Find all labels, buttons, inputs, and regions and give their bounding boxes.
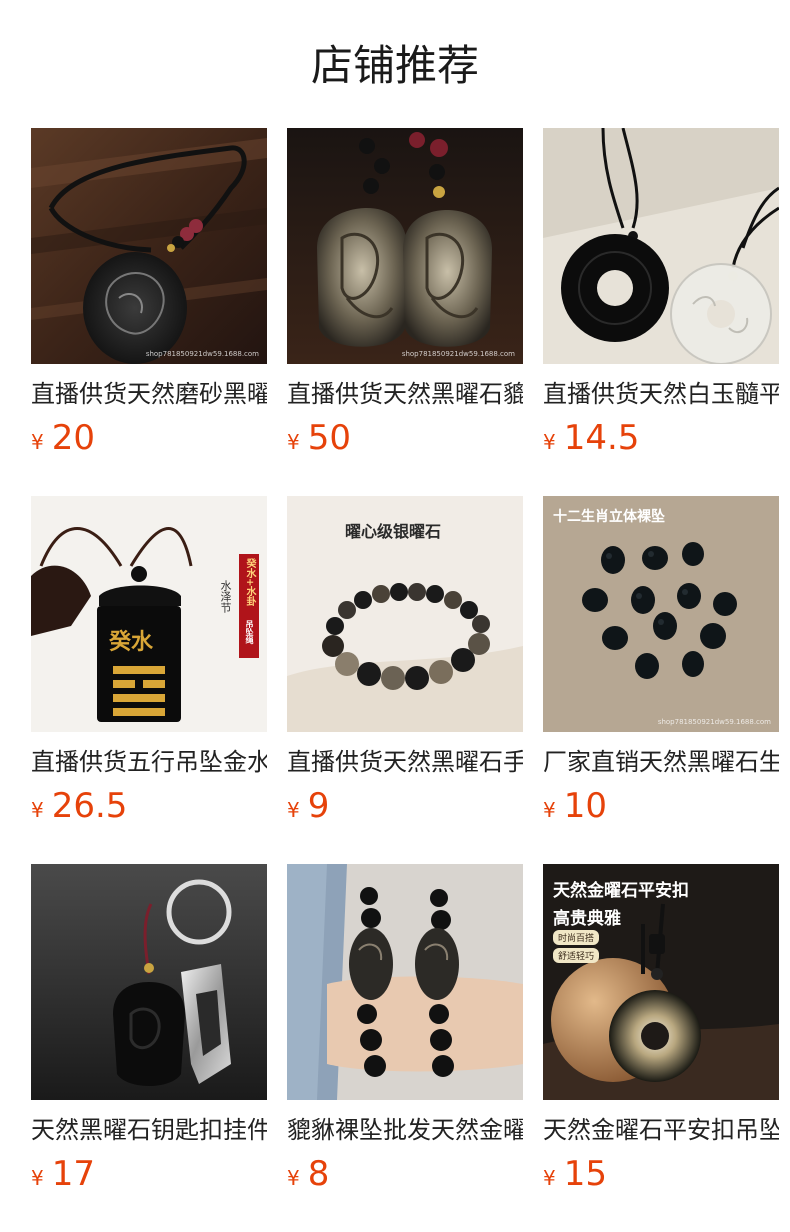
- product-title[interactable]: 直播供货五行吊坠金水: [31, 746, 267, 778]
- product-title[interactable]: 直播供货天然白玉髓平安扣: [543, 378, 779, 410]
- price-amount: 20: [51, 418, 95, 458]
- product-price: ¥50: [287, 416, 523, 460]
- currency-symbol: ¥: [287, 430, 300, 454]
- price-amount: 50: [307, 418, 351, 458]
- page-title: 店铺推荐: [310, 41, 479, 90]
- obsidian-bracelet-image[interactable]: 曜心级银曜石: [287, 496, 523, 732]
- image-caption: 水泽节: [219, 580, 232, 613]
- price-amount: 9: [307, 786, 330, 826]
- zodiac-obsidian-carvings-image[interactable]: 十二生肖立体裸坠 shop781850921dw59.1688.com: [543, 496, 779, 732]
- currency-symbol: ¥: [31, 798, 44, 822]
- product-card[interactable]: shop781850921dw59.1688.com 直播供货天然黑曜石貔貅 ¥…: [287, 128, 523, 496]
- product-card[interactable]: 天然黑曜石钥匙扣挂件 ¥17: [31, 864, 267, 1232]
- currency-symbol: ¥: [287, 798, 300, 822]
- watermark: shop781850921dw59.1688.com: [145, 350, 259, 358]
- gold-obsidian-pendants-image[interactable]: shop781850921dw59.1688.com: [287, 128, 523, 364]
- product-card[interactable]: 直播供货天然白玉髓平安扣 ¥14.5: [543, 128, 779, 496]
- product-card[interactable]: 曜心级银曜石 直播供货天然黑曜石手串 ¥9: [287, 496, 523, 864]
- currency-symbol: ¥: [287, 1166, 300, 1190]
- product-price: ¥17: [31, 1152, 267, 1196]
- product-card[interactable]: 天然金曜石平安扣 高贵典雅 时尚百搭 舒适轻巧 天然金曜石平安扣吊坠 ¥15: [543, 864, 779, 1232]
- product-price: ¥8: [287, 1152, 523, 1196]
- product-price: ¥20: [31, 416, 267, 460]
- product-price: ¥15: [543, 1152, 779, 1196]
- currency-symbol: ¥: [31, 430, 44, 454]
- product-title[interactable]: 厂家直销天然黑曜石生肖: [543, 746, 779, 778]
- product-price: ¥10: [543, 784, 779, 828]
- currency-symbol: ¥: [543, 798, 556, 822]
- obsidian-dragon-pendant-image[interactable]: shop781850921dw59.1688.com: [31, 128, 267, 364]
- currency-symbol: ¥: [31, 1166, 44, 1190]
- product-title[interactable]: 直播供货天然磨砂黑曜石: [31, 378, 267, 410]
- image-badge: 吊坠绳: [245, 620, 254, 644]
- black-white-donut-pendants-image[interactable]: [543, 128, 779, 364]
- product-title[interactable]: 天然黑曜石钥匙扣挂件: [31, 1114, 267, 1146]
- product-card[interactable]: 貔貅裸坠批发天然金曜石 ¥8: [287, 864, 523, 1232]
- price-amount: 8: [307, 1154, 330, 1194]
- product-title[interactable]: 直播供货天然黑曜石手串: [287, 746, 523, 778]
- image-vertical-label: 癸水+水卦: [244, 558, 255, 607]
- price-amount: 14.5: [563, 418, 640, 458]
- image-heading: 曜心级银曜石: [345, 522, 442, 541]
- product-price: ¥9: [287, 784, 523, 828]
- currency-symbol: ¥: [543, 430, 556, 454]
- product-price: ¥26.5: [31, 784, 267, 828]
- product-title[interactable]: 天然金曜石平安扣吊坠: [543, 1114, 779, 1146]
- gold-obsidian-donut-pendant-image[interactable]: 天然金曜石平安扣 高贵典雅 时尚百搭 舒适轻巧: [543, 864, 779, 1100]
- product-grid: shop781850921dw59.1688.com 直播供货天然磨砂黑曜石 ¥…: [31, 128, 779, 1232]
- image-heading: 十二生肖立体裸坠: [553, 509, 665, 525]
- feature-tag: 舒适轻巧: [553, 948, 600, 963]
- product-price: ¥14.5: [543, 416, 779, 460]
- image-subheading: 高贵典雅: [553, 909, 621, 929]
- watermark: shop781850921dw59.1688.com: [657, 718, 771, 726]
- price-amount: 17: [51, 1154, 95, 1194]
- pixiu-bracelets-wrist-image[interactable]: [287, 864, 523, 1100]
- product-title[interactable]: 貔貅裸坠批发天然金曜石: [287, 1114, 523, 1146]
- obsidian-keychain-image[interactable]: [31, 864, 267, 1100]
- price-amount: 15: [563, 1154, 607, 1194]
- product-card[interactable]: shop781850921dw59.1688.com 直播供货天然磨砂黑曜石 ¥…: [31, 128, 267, 496]
- product-title[interactable]: 直播供货天然黑曜石貔貅: [287, 378, 523, 410]
- pendant-inscription: 癸水: [109, 630, 154, 655]
- five-elements-pendant-image[interactable]: 癸水 水泽节 癸水+水卦 吊坠绳: [31, 496, 267, 732]
- price-amount: 10: [563, 786, 607, 826]
- feature-tag: 时尚百搭: [553, 930, 600, 945]
- product-card[interactable]: 十二生肖立体裸坠 shop781850921dw59.1688.com 厂家直销…: [543, 496, 779, 864]
- currency-symbol: ¥: [543, 1166, 556, 1190]
- watermark: shop781850921dw59.1688.com: [401, 350, 515, 358]
- price-amount: 26.5: [51, 786, 128, 826]
- image-heading: 天然金曜石平安扣: [553, 881, 689, 901]
- product-card[interactable]: 癸水 水泽节 癸水+水卦 吊坠绳 直播供货五行吊坠金水 ¥26.5: [31, 496, 267, 864]
